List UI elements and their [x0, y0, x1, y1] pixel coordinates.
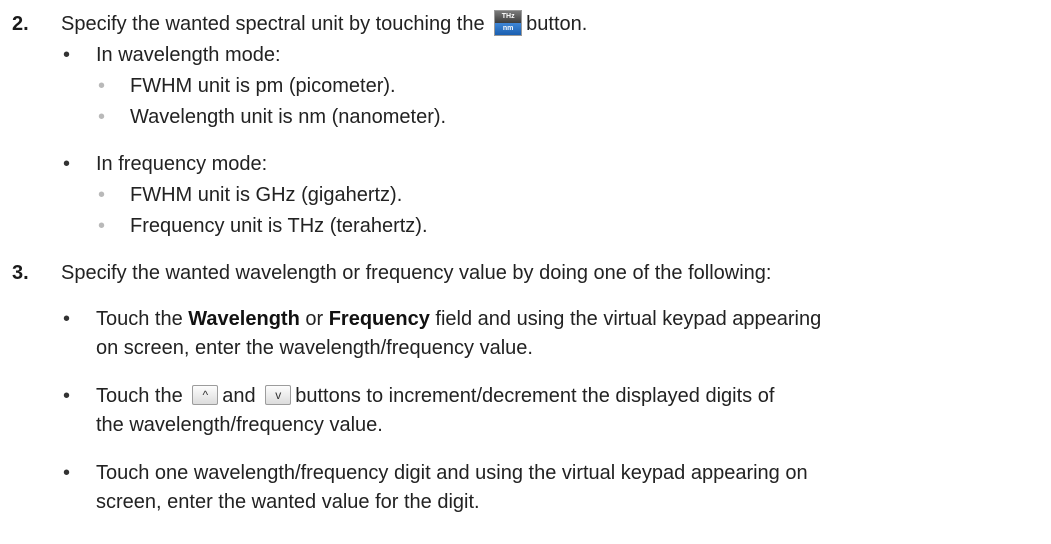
bullet-text: In frequency mode: [96, 153, 268, 175]
bullet-text: screen, enter the wanted value for the d… [96, 491, 480, 513]
bullet-dot: • [63, 462, 71, 484]
spectral-unit-button-icon: THz nm [494, 9, 523, 36]
step-text: Specify the wanted wavelength or frequen… [61, 262, 772, 284]
chevron-down-glyph: v [275, 388, 282, 403]
text-fragment: and [222, 385, 256, 407]
unit-top-label: THz [495, 10, 522, 23]
bullet-text: the wavelength/frequency value. [96, 414, 383, 436]
text-fragment: Touch the [96, 308, 189, 330]
bullet-text: Touch the ^ and v buttons to increment/dec… [96, 383, 774, 409]
chevron-up-glyph: ^ [202, 388, 209, 403]
bullet-text: Touch one wavelength/frequency digit and… [96, 462, 808, 484]
bullet-text: Touch the Wavelength or Frequency field … [96, 306, 821, 332]
wavelength-keyword: Wavelength [188, 308, 300, 330]
step-text-before: Specify the wanted spectral unit by touc… [61, 13, 485, 35]
unit-bottom-label: nm [495, 22, 522, 35]
bullet-text: on screen, enter the wavelength/frequenc… [96, 337, 533, 359]
bullet-dot: • [63, 153, 71, 175]
chevron-up-icon: ^ [192, 385, 219, 406]
frequency-keyword: Frequency [328, 308, 430, 330]
text-fragment: buttons to increment/decrement the displ… [295, 385, 775, 407]
text-fragment: field and using the virtual keypad appea… [429, 308, 822, 330]
sub-bullet-text: FWHM unit is GHz (gigahertz). [130, 184, 403, 206]
chevron-down-icon: v [265, 385, 292, 406]
bullet-dot: • [63, 385, 71, 407]
sub-bullet-dot: • [98, 215, 106, 237]
manual-page: 2. Specify the wanted spectral unit by t… [0, 0, 1051, 544]
text-fragment: or [299, 308, 329, 330]
bullet-dot: • [63, 44, 71, 66]
text-fragment: Touch the [96, 385, 183, 407]
step-number: 3. [12, 262, 29, 284]
step-number: 2. [12, 13, 29, 35]
sub-bullet-text: Frequency unit is THz (terahertz). [130, 215, 428, 237]
sub-bullet-text: Wavelength unit is nm (nanometer). [130, 106, 447, 128]
bullet-dot: • [63, 308, 71, 330]
sub-bullet-dot: • [98, 106, 106, 128]
bullet-text: In wavelength mode: [96, 44, 281, 66]
sub-bullet-text: FWHM unit is pm (picometer). [130, 75, 396, 97]
sub-bullet-dot: • [98, 75, 106, 97]
step-text-after: button. [526, 13, 588, 35]
step-text: Specify the wanted spectral unit by touc… [61, 9, 588, 37]
sub-bullet-dot: • [98, 184, 106, 206]
